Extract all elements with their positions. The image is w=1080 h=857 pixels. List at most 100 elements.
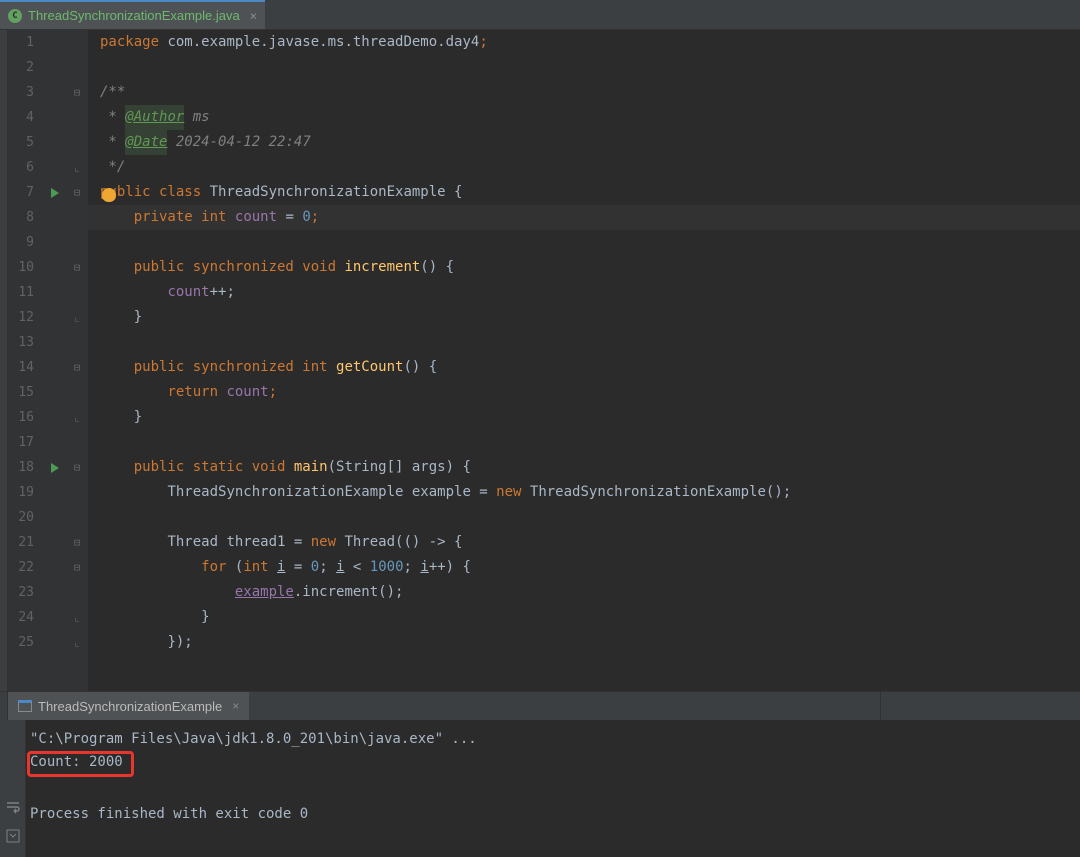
code-line[interactable]: * @Author ms: [88, 105, 1080, 130]
line-number[interactable]: 1: [8, 35, 44, 50]
line-number[interactable]: 9: [8, 235, 44, 250]
intention-bulb-icon[interactable]: [102, 188, 116, 202]
gutter-row: 8: [8, 205, 88, 230]
console-line: [30, 826, 1076, 851]
fold-marker[interactable]: ⊟: [66, 86, 88, 99]
gutter-row: 22 ⊟: [8, 555, 88, 580]
gutter-row: 17: [8, 430, 88, 455]
line-number[interactable]: 16: [8, 410, 44, 425]
code-line[interactable]: public synchronized void increment() {: [88, 255, 1080, 280]
line-number[interactable]: 11: [8, 285, 44, 300]
fold-marker[interactable]: ⌞: [66, 636, 88, 649]
code-line[interactable]: ThreadSynchronizationExample example = n…: [88, 480, 1080, 505]
line-number[interactable]: 8: [8, 210, 44, 225]
line-number[interactable]: 7: [8, 185, 44, 200]
gutter-row: 7⊟: [8, 180, 88, 205]
line-number[interactable]: 4: [8, 110, 44, 125]
fold-marker[interactable]: ⊟: [66, 261, 88, 274]
line-number[interactable]: 24: [8, 610, 44, 625]
gutter-row: 3⊟: [8, 80, 88, 105]
gutter-row: 2: [8, 55, 88, 80]
run-gutter-icon[interactable]: [51, 463, 59, 473]
line-number[interactable]: 18: [8, 460, 44, 475]
editor-tab[interactable]: C ThreadSynchronizationExample.java ×: [0, 0, 265, 29]
console-tab-label: ThreadSynchronizationExample: [38, 699, 222, 714]
gutter-row: 19: [8, 480, 88, 505]
code-line[interactable]: * @Date 2024-04-12 22:47: [88, 130, 1080, 155]
gutter-row: 16 ⌞: [8, 405, 88, 430]
line-number[interactable]: 10: [8, 260, 44, 275]
gutter-row: 14 ⊟: [8, 355, 88, 380]
editor-tab-bar: C ThreadSynchronizationExample.java ×: [0, 0, 1080, 30]
code-line[interactable]: [88, 55, 1080, 80]
left-tool-gutter: [0, 30, 8, 691]
fold-marker[interactable]: ⊟: [66, 561, 88, 574]
code-line[interactable]: });: [88, 630, 1080, 655]
fold-marker[interactable]: ⊟: [66, 536, 88, 549]
line-number[interactable]: 23: [8, 585, 44, 600]
line-marker: [44, 188, 66, 198]
gutter-row: 13: [8, 330, 88, 355]
code-line[interactable]: }: [88, 605, 1080, 630]
close-icon[interactable]: ×: [232, 699, 239, 713]
code-line[interactable]: [88, 330, 1080, 355]
line-number[interactable]: 21: [8, 535, 44, 550]
line-number[interactable]: 19: [8, 485, 44, 500]
fold-marker[interactable]: ⊟: [66, 186, 88, 199]
fold-marker[interactable]: ⌞: [66, 311, 88, 324]
run-gutter-icon[interactable]: [51, 188, 59, 198]
code-line[interactable]: }: [88, 305, 1080, 330]
fold-marker[interactable]: ⊟: [66, 461, 88, 474]
gutter-row: 10 ⊟: [8, 255, 88, 280]
fold-marker[interactable]: ⌞: [66, 161, 88, 174]
line-number[interactable]: 2: [8, 60, 44, 75]
line-number[interactable]: 13: [8, 335, 44, 350]
code-line[interactable]: public class ThreadSynchronizationExampl…: [88, 180, 1080, 205]
gutter-row: 1: [8, 30, 88, 55]
gutter-row: 25 ⌞: [8, 630, 88, 655]
console-tab[interactable]: ThreadSynchronizationExample ×: [8, 692, 249, 720]
line-number[interactable]: 25: [8, 635, 44, 650]
code-line[interactable]: public synchronized int getCount() {: [88, 355, 1080, 380]
line-number[interactable]: 5: [8, 135, 44, 150]
line-number[interactable]: 15: [8, 385, 44, 400]
tab-filename: ThreadSynchronizationExample.java: [28, 8, 240, 23]
gutter-row: 18 ⊟: [8, 455, 88, 480]
fold-marker[interactable]: ⊟: [66, 361, 88, 374]
scroll-to-end-icon[interactable]: [5, 828, 21, 844]
line-number[interactable]: 14: [8, 360, 44, 375]
console-line: [30, 776, 1076, 801]
gutter-row: 24 ⌞: [8, 605, 88, 630]
line-number[interactable]: 6: [8, 160, 44, 175]
code-line[interactable]: */: [88, 155, 1080, 180]
fold-marker[interactable]: ⌞: [66, 611, 88, 624]
annotation-highlight: Count: 2000: [27, 751, 134, 777]
code-line[interactable]: for (int i = 0; i < 1000; i++) {: [88, 555, 1080, 580]
code-line[interactable]: [88, 505, 1080, 530]
code-line[interactable]: package com.example.javase.ms.threadDemo…: [88, 30, 1080, 55]
code-area[interactable]: package com.example.javase.ms.threadDemo…: [88, 30, 1080, 691]
line-number[interactable]: 22: [8, 560, 44, 575]
line-number[interactable]: 12: [8, 310, 44, 325]
console-line: Process finished with exit code 0: [30, 801, 1076, 826]
code-line[interactable]: }: [88, 405, 1080, 430]
code-line[interactable]: public static void main(String[] args) {: [88, 455, 1080, 480]
fold-marker[interactable]: ⌞: [66, 411, 88, 424]
line-number[interactable]: 3: [8, 85, 44, 100]
code-line[interactable]: count++;: [88, 280, 1080, 305]
line-number[interactable]: 17: [8, 435, 44, 450]
console-output[interactable]: "C:\Program Files\Java\jdk1.8.0_201\bin\…: [26, 720, 1080, 857]
run-config-icon: [18, 700, 32, 712]
code-line[interactable]: /**: [88, 80, 1080, 105]
close-icon[interactable]: ×: [250, 9, 257, 23]
soft-wrap-icon[interactable]: [5, 800, 21, 816]
line-number[interactable]: 20: [8, 510, 44, 525]
code-line[interactable]: example.increment();: [88, 580, 1080, 605]
code-line[interactable]: [88, 230, 1080, 255]
code-line[interactable]: Thread thread1 = new Thread(() -> {: [88, 530, 1080, 555]
console-panel: ThreadSynchronizationExample × "C:\Progr…: [0, 691, 1080, 857]
console-line: Count: 2000: [30, 751, 1076, 776]
code-line[interactable]: private int count = 0;: [88, 205, 1080, 230]
code-line[interactable]: [88, 430, 1080, 455]
code-line[interactable]: return count;: [88, 380, 1080, 405]
